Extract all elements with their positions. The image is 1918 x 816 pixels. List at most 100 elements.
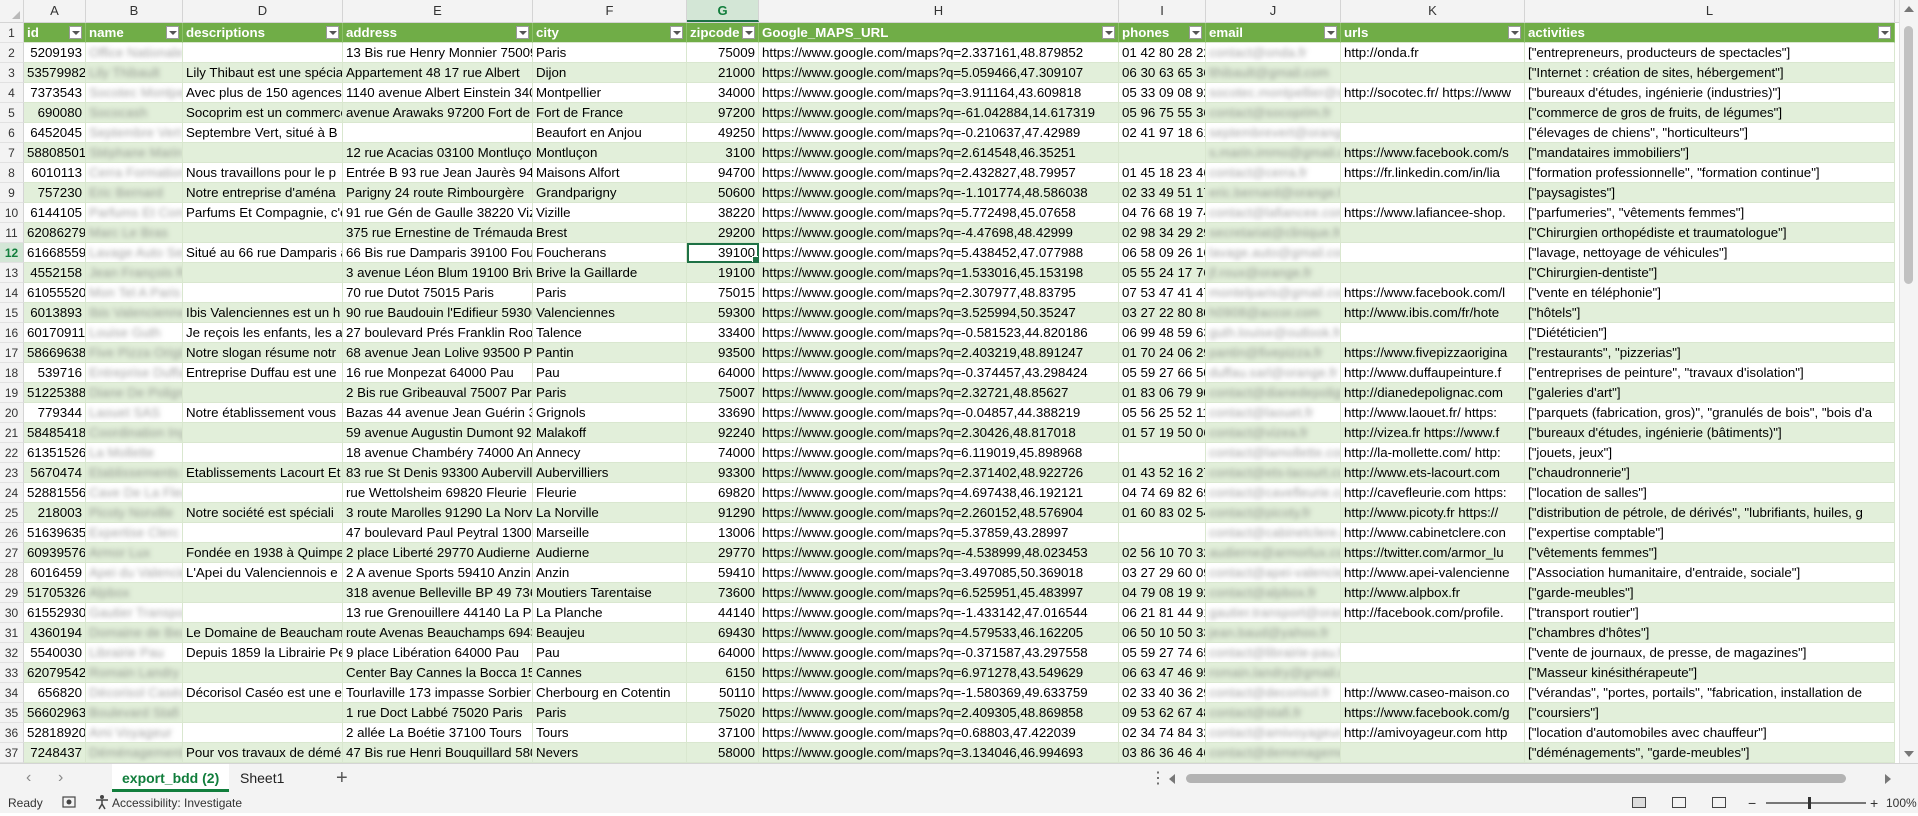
row-number[interactable]: 24 [0,483,24,503]
cell-email[interactable]: contact@socoprim.fr [1206,103,1341,123]
header-cell-activities[interactable]: activities [1525,23,1895,43]
cell-city[interactable]: Malakoff [533,423,687,443]
cell-address[interactable]: 47 boulevard Paul Peytral 13006 [343,523,533,543]
cell-email[interactable]: contact@picoty.fr [1206,503,1341,523]
row-number[interactable]: 15 [0,303,24,323]
cell-urls[interactable]: http://socotec.fr/ https://www [1341,83,1525,103]
cell-city[interactable]: Pau [533,643,687,663]
cell-phones[interactable]: 02 41 97 18 61 [1119,123,1206,143]
row-number[interactable]: 28 [0,563,24,583]
cell-zipcode[interactable]: 19100 [687,263,759,283]
header-cell-descriptions[interactable]: descriptions [183,23,343,43]
cell-activities[interactable]: ["entreprises de peinture", "travaux d'i… [1525,363,1895,383]
horizontal-scrollbar[interactable] [1166,771,1894,787]
cell-google-maps-url[interactable]: https://www.google.com/maps?q=2.337161,4… [759,43,1119,63]
cell-google-maps-url[interactable]: https://www.google.com/maps?q=2.409305,4… [759,703,1119,723]
header-cell-urls[interactable]: urls [1341,23,1525,43]
cell-google-maps-url[interactable]: https://www.google.com/maps?q=-4.47698,4… [759,223,1119,243]
header-cell-zipcode[interactable]: zipcode [687,23,759,43]
cell-activities[interactable]: ["Chirurgien orthopédiste et traumatolog… [1525,223,1895,243]
cell-activities[interactable]: ["distribution de pétrole, de dérivés", … [1525,503,1895,523]
cell-id[interactable]: 61351526 [24,443,86,463]
cell-name[interactable]: Alpbox [86,583,183,603]
cell-city[interactable]: Foucherans [533,243,687,263]
cell-zipcode[interactable]: 93300 [687,463,759,483]
cell-address[interactable]: Appartement 48 17 rue Albert [343,63,533,83]
cell-email[interactable]: guth.louise@outlook.fr [1206,323,1341,343]
cell-descriptions[interactable]: Depuis 1859 la Librairie Pe [183,643,343,663]
cell-id[interactable]: 51705326 [24,583,86,603]
cell-email[interactable]: s.marin.immo@gmail.com [1206,143,1341,163]
cell-zipcode[interactable]: 74000 [687,443,759,463]
cell-address[interactable]: 59 avenue Augustin Dumont 92240 [343,423,533,443]
cell-address[interactable]: 18 avenue Chambéry 74000 Annecy [343,443,533,463]
cell-phones[interactable]: 06 99 48 59 63 [1119,323,1206,343]
cell-activities[interactable]: ["parquets (fabrication, gros)", "granul… [1525,403,1895,423]
cell-address[interactable]: 68 avenue Jean Lolive 93500 Pantin [343,343,533,363]
cell-id[interactable]: 53579982 [24,63,86,83]
cell-address[interactable]: Tourlaville 173 impasse Sorbier [343,683,533,703]
filter-dropdown-icon[interactable] [670,26,683,39]
column-letter-f[interactable]: F [533,0,687,22]
cell-name[interactable]: Boulevard Stafi [86,703,183,723]
cell-phones[interactable]: 04 74 69 82 69 [1119,483,1206,503]
cell-address[interactable]: 375 rue Ernestine de Trémaudan [343,223,533,243]
cell-urls[interactable]: http://www.laouet.fr/ https: [1341,403,1525,423]
cell-id[interactable]: 7248437 [24,743,86,763]
cell-city[interactable]: Fleurie [533,483,687,503]
cell-urls[interactable]: http://www.alpbox.fr [1341,583,1525,603]
cell-zipcode[interactable]: 91290 [687,503,759,523]
cell-descriptions[interactable]: Nous travaillons pour le p [183,163,343,183]
cell-descriptions[interactable]: Avec plus de 150 agences [183,83,343,103]
cell-email[interactable]: contact@alpbox.fr [1206,583,1341,603]
row-number[interactable]: 11 [0,223,24,243]
cell-city[interactable]: Aubervilliers [533,463,687,483]
cell-descriptions[interactable] [183,483,343,503]
cell-city[interactable]: Montpellier [533,83,687,103]
cell-name[interactable]: Librairie Pau [86,643,183,663]
cell-id[interactable]: 61552930 [24,603,86,623]
cell-google-maps-url[interactable]: https://www.google.com/maps?q=3.525994,5… [759,303,1119,323]
add-sheet-icon[interactable]: + [336,767,348,789]
cell-name[interactable]: Ibis Valenciennes [86,303,183,323]
cell-email[interactable]: contact@vizea.fr [1206,423,1341,443]
cell-urls[interactable] [1341,63,1525,83]
cell-zipcode[interactable]: 69430 [687,623,759,643]
row-number[interactable]: 31 [0,623,24,643]
cell-zipcode[interactable]: 64000 [687,363,759,383]
spreadsheet-grid[interactable]: ABDEFGHIJKL 1 id name descriptions address ci… [0,0,1900,763]
cell-email[interactable]: septembrevert@orange.fr [1206,123,1341,143]
column-letter-g[interactable]: G [687,0,759,22]
cell-google-maps-url[interactable]: https://www.google.com/maps?q=5.37859,43… [759,523,1119,543]
cell-phones[interactable]: 01 83 06 79 90 [1119,383,1206,403]
row-number[interactable]: 22 [0,443,24,463]
cell-name[interactable]: Socotec Montpellier [86,83,183,103]
zoom-in-button[interactable]: + [1870,793,1878,813]
cell-phones[interactable]: 02 98 34 29 29 [1119,223,1206,243]
cell-phones[interactable]: 06 30 63 65 36 [1119,63,1206,83]
header-cell-email[interactable]: email [1206,23,1341,43]
cell-phones[interactable]: 01 60 83 02 54 [1119,503,1206,523]
cell-google-maps-url[interactable]: https://www.google.com/maps?q=2.307977,4… [759,283,1119,303]
cell-name[interactable]: Septembre Vert [86,123,183,143]
cell-google-maps-url[interactable]: https://www.google.com/maps?q=1.533016,4… [759,263,1119,283]
cell-email[interactable]: pantin@fivepizza.fr [1206,343,1341,363]
column-letter-i[interactable]: I [1119,0,1206,22]
cell-descriptions[interactable] [183,43,343,63]
cell-descriptions[interactable]: Décorisol Caséo est une e [183,683,343,703]
cell-city[interactable]: Montluçon [533,143,687,163]
cell-activities[interactable]: ["vérandas", "portes, portails", "fabric… [1525,683,1895,703]
cell-activities[interactable]: ["bureaux d'études, ingénierie (industri… [1525,83,1895,103]
column-letter-j[interactable]: J [1206,0,1341,22]
cell-google-maps-url[interactable]: https://www.google.com/maps?q=6.525951,4… [759,583,1119,603]
cell-urls[interactable] [1341,123,1525,143]
cell-email[interactable]: eric.bernard@orange.fr [1206,183,1341,203]
cell-google-maps-url[interactable]: https://www.google.com/maps?q=-1.580369,… [759,683,1119,703]
cell-email[interactable]: gautier.transport@orange.fr [1206,603,1341,623]
cell-id[interactable]: 51639635 [24,523,86,543]
cell-id[interactable]: 4360194 [24,623,86,643]
filter-dropdown-icon[interactable] [516,26,529,39]
cell-descriptions[interactable]: Notre entreprise d'aména [183,183,343,203]
cell-zipcode[interactable]: 39100 [687,243,759,263]
cell-name[interactable]: Romain Landry [86,663,183,683]
